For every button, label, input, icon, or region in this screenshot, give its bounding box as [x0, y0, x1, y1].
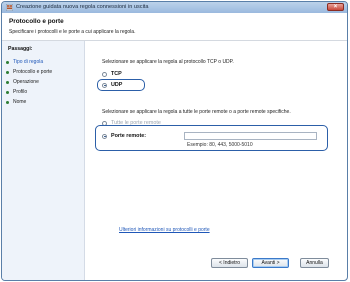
wizard-window: Creazione guidata nuova regola connessio…: [1, 1, 348, 281]
step-label: Operazione: [13, 79, 39, 85]
content-panel: Selezionare se applicare la regola al pr…: [85, 41, 347, 280]
page-title: Protocollo e porte: [9, 18, 64, 25]
steps-title: Passaggi:: [8, 46, 33, 52]
tcp-label: TCP: [111, 71, 122, 77]
close-button[interactable]: ×: [327, 3, 344, 11]
step-name[interactable]: Nome: [6, 98, 82, 106]
step-bullet-icon: [6, 90, 9, 94]
remote-ports-input[interactable]: [184, 132, 317, 140]
protocol-question: Selezionare se applicare la regola al pr…: [102, 59, 234, 65]
step-bullet-icon: [6, 70, 9, 74]
step-operation[interactable]: Operazione: [6, 78, 82, 86]
step-label: Tipo di regola: [13, 59, 44, 65]
step-label: Nome: [13, 99, 27, 105]
ports-example: Esempio: 80, 443, 5000-5010: [187, 142, 253, 148]
step-bullet-icon: [6, 80, 9, 84]
ports-question: Selezionare se applicare la regola a tut…: [102, 109, 291, 115]
step-label: Profilo: [13, 89, 28, 95]
tcp-radio[interactable]: [102, 71, 107, 77]
udp-label: UDP: [111, 82, 123, 88]
back-button[interactable]: < Indietro: [211, 258, 248, 268]
step-protocol-ports[interactable]: Protocollo e porte: [6, 68, 82, 76]
udp-radio-option[interactable]: UDP: [102, 82, 122, 88]
specific-ports-radio-option[interactable]: Porte remote:: [102, 133, 146, 139]
step-bullet-icon: [6, 100, 9, 104]
more-info-link[interactable]: Ulteriori informazioni su protocolli e p…: [119, 227, 210, 233]
tcp-radio-option[interactable]: TCP: [102, 71, 122, 77]
steps-sidebar: Passaggi: Tipo di regola Protocollo e po…: [2, 41, 85, 280]
step-bullet-icon: [6, 60, 9, 64]
wizard-header: Protocollo e porte Specificare i protoco…: [2, 13, 347, 41]
window-title: Creazione guidata nuova regola connessio…: [16, 4, 149, 10]
firewall-icon: [6, 4, 13, 11]
cancel-button[interactable]: Annulla: [300, 258, 329, 268]
step-label: Protocollo e porte: [13, 69, 53, 75]
step-profile[interactable]: Profilo: [6, 88, 82, 96]
specific-ports-radio[interactable]: [102, 133, 107, 139]
page-subtitle: Specificare i protocolli e le porte a cu…: [9, 29, 136, 35]
step-rule-type[interactable]: Tipo di regola: [6, 58, 82, 66]
udp-radio[interactable]: [102, 82, 107, 88]
close-icon: ×: [333, 4, 338, 10]
next-button[interactable]: Avanti >: [252, 258, 289, 268]
specific-ports-label: Porte remote:: [111, 133, 147, 139]
